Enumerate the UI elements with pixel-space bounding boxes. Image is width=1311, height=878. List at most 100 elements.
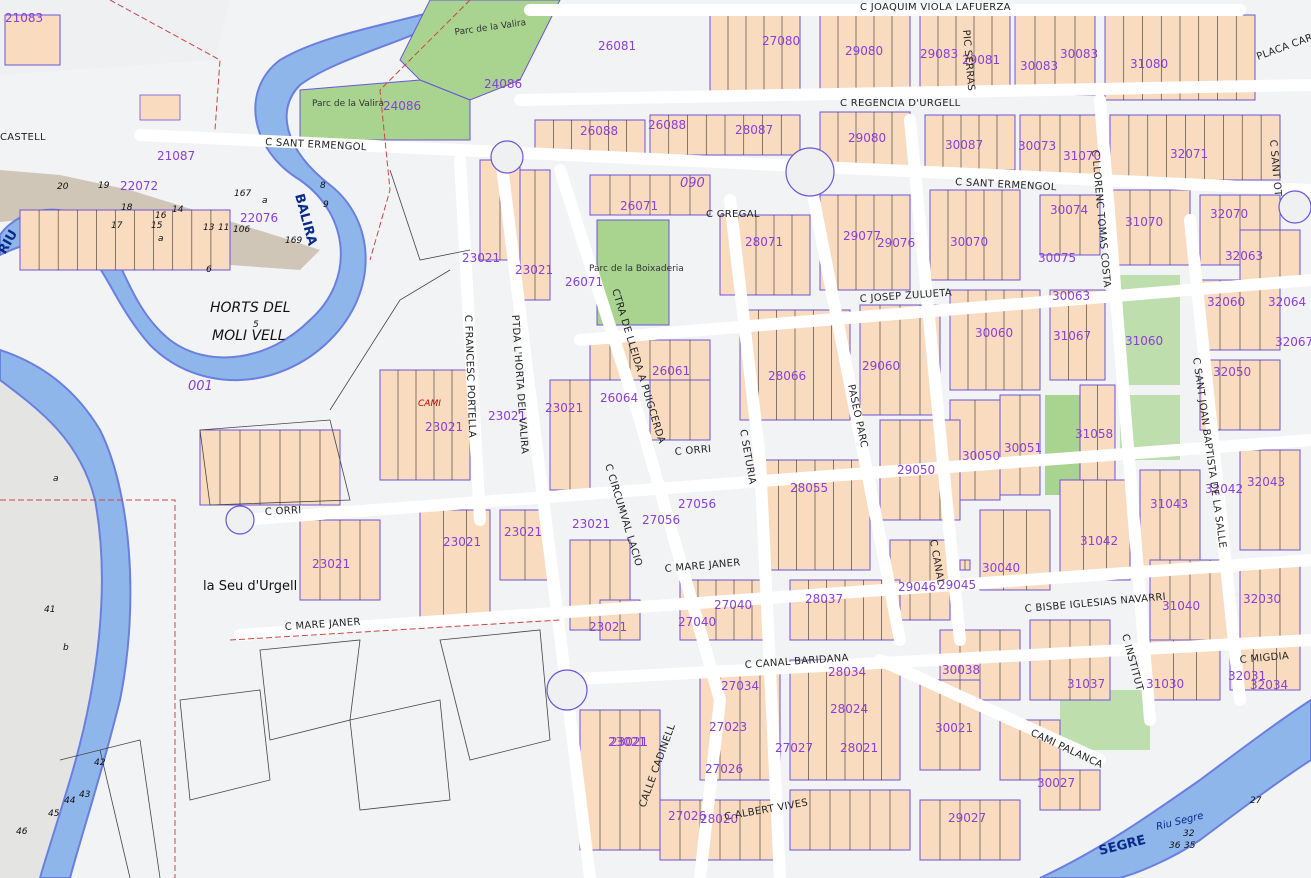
parcel-number-label[interactable]: 30075 bbox=[1038, 251, 1076, 265]
parcel-number-label[interactable]: 28034 bbox=[828, 665, 866, 679]
plot-number-label: 13 bbox=[203, 223, 215, 233]
parcel-number-label[interactable]: 29080 bbox=[848, 131, 886, 145]
parcel-number-label[interactable]: 30063 bbox=[1052, 289, 1090, 303]
parcel-number-label[interactable]: 31080 bbox=[1130, 57, 1168, 71]
parcel-number-label[interactable]: 28087 bbox=[735, 123, 773, 137]
parcel-number-label[interactable]: 24086 bbox=[484, 77, 522, 91]
parcel-number-label[interactable]: 31030 bbox=[1146, 677, 1184, 691]
parcel-number-label[interactable]: 30074 bbox=[1050, 203, 1088, 217]
parcel-number-label[interactable]: 30051 bbox=[1004, 441, 1042, 455]
plot-number-label: a bbox=[262, 196, 268, 206]
parcel-number-label[interactable]: 27027 bbox=[775, 741, 813, 755]
parcel-number-label[interactable]: 29080 bbox=[845, 44, 883, 58]
parcel-number-label[interactable]: 23021 bbox=[515, 263, 553, 277]
parcel-number-label[interactable]: 31070 bbox=[1125, 215, 1163, 229]
parcel-number-label[interactable]: 30040 bbox=[982, 561, 1020, 575]
parcel-number-label[interactable]: 23021 bbox=[589, 620, 627, 634]
parcel-number-label[interactable]: 23021 bbox=[572, 517, 610, 531]
plot-number-label: 8 bbox=[320, 181, 326, 191]
parcel-number-label[interactable]: 32060 bbox=[1207, 295, 1245, 309]
parcel-number-label[interactable]: 32064 bbox=[1268, 295, 1306, 309]
parcel-number-label[interactable]: 32043 bbox=[1247, 475, 1285, 489]
parcel-number-label[interactable]: 32071 bbox=[1170, 147, 1208, 161]
parcel-number-label[interactable]: 32070 bbox=[1210, 207, 1248, 221]
plot-number-label: 43 bbox=[79, 790, 91, 800]
parcel-number-label[interactable]: 26071 bbox=[565, 275, 603, 289]
cadastral-map[interactable]: 21083 26081 27080 29080 29083 29081 30083 30083… bbox=[0, 0, 1311, 878]
parcel-number-label[interactable]: 32034 bbox=[1250, 678, 1288, 692]
parcel-number-label[interactable]: 23021 bbox=[608, 735, 646, 749]
parcel-number-label[interactable]: 21087 bbox=[157, 149, 195, 163]
parcel-number-label[interactable]: 30050 bbox=[962, 449, 1000, 463]
parcel-number-label[interactable]: 30087 bbox=[945, 138, 983, 152]
parcel-number-label[interactable]: 28021 bbox=[840, 741, 878, 755]
parcel-number-label[interactable]: 28071 bbox=[745, 235, 783, 249]
parcel-number-label[interactable]: 28037 bbox=[805, 592, 843, 606]
parcel-number-label[interactable]: 31042 bbox=[1080, 534, 1118, 548]
parcel-number-label[interactable]: 26061 bbox=[652, 364, 690, 378]
parcel-number-label[interactable]: 27040 bbox=[714, 598, 752, 612]
parcel-number-label[interactable]: 30083 bbox=[1020, 59, 1058, 73]
parcel-number-label[interactable]: 30038 bbox=[942, 663, 980, 677]
parcel-number-label[interactable]: 27040 bbox=[678, 615, 716, 629]
parcel-number-label[interactable]: 28066 bbox=[768, 369, 806, 383]
building-block bbox=[419, 509, 491, 621]
parcel-number-label[interactable]: 27056 bbox=[678, 497, 716, 511]
parcel-number-label[interactable]: 30070 bbox=[950, 235, 988, 249]
parcel-number-label[interactable]: 27080 bbox=[762, 34, 800, 48]
parcel-number-label[interactable]: 31060 bbox=[1125, 334, 1163, 348]
parcel-number-label[interactable]: 24086 bbox=[383, 99, 421, 113]
parcel-number-label[interactable]: 30021 bbox=[935, 721, 973, 735]
parcel-number-label[interactable]: 23021 bbox=[545, 401, 583, 415]
parcel-number-label[interactable]: 31040 bbox=[1162, 599, 1200, 613]
plot-number-label: 15 bbox=[151, 221, 163, 231]
parcel-number-label[interactable]: 30027 bbox=[1037, 776, 1075, 790]
parcel-number-label[interactable]: 23021 bbox=[504, 525, 542, 539]
parcel-number-label[interactable]: 21083 bbox=[5, 11, 43, 25]
parcel-number-label[interactable]: 26081 bbox=[598, 39, 636, 53]
parcel-number-label[interactable]: 27034 bbox=[721, 679, 759, 693]
parcel-number-label[interactable]: 32067 bbox=[1275, 335, 1311, 349]
park-label: Parc de la Valira bbox=[312, 99, 384, 109]
plot-number-label: 167 bbox=[234, 189, 251, 199]
parcel-number-label[interactable]: 31043 bbox=[1150, 497, 1188, 511]
parcel-number-label[interactable]: 28024 bbox=[830, 702, 868, 716]
parcel-number-label[interactable]: 26064 bbox=[600, 391, 638, 405]
parcel-number-label[interactable]: 31058 bbox=[1075, 427, 1113, 441]
map-canvas[interactable]: 2108326081 2708029080 29083 29081 3008330083… bbox=[0, 0, 1311, 878]
parcel-number-label[interactable]: 27026 bbox=[705, 762, 743, 776]
parcel-number-label[interactable]: 26071 bbox=[620, 199, 658, 213]
plot-number-label: 11 bbox=[218, 223, 229, 233]
parcel-number-label[interactable]: 29027 bbox=[948, 811, 986, 825]
parcel-number-label[interactable]: 32030 bbox=[1243, 592, 1281, 606]
parcel-number-label[interactable]: 31037 bbox=[1067, 677, 1105, 691]
roundabout bbox=[490, 140, 524, 174]
parcel-number-label[interactable]: 23021 bbox=[443, 535, 481, 549]
parcel-number-label[interactable]: 26088 bbox=[648, 118, 686, 132]
parcel-number-label[interactable]: 32050 bbox=[1213, 365, 1251, 379]
parcel-number-label[interactable]: 29050 bbox=[897, 463, 935, 477]
parcel-number-label[interactable]: 31067 bbox=[1053, 329, 1091, 343]
street-label: CASTELL bbox=[0, 132, 46, 143]
parcel-number-label[interactable]: 30060 bbox=[975, 326, 1013, 340]
parcel-number-label[interactable]: 28055 bbox=[790, 481, 828, 495]
parcel-number-label[interactable]: 29060 bbox=[862, 359, 900, 373]
parcel-number-label[interactable]: 29077 bbox=[843, 229, 881, 243]
parcel-number-label[interactable]: 27056 bbox=[642, 513, 680, 527]
parcel-number-label[interactable]: 29076 bbox=[877, 236, 915, 250]
parcel-number-label[interactable]: 23021 bbox=[462, 251, 500, 265]
parcel-number-label[interactable]: 23021 bbox=[425, 420, 463, 434]
parcel-number-label[interactable]: 30083 bbox=[1060, 47, 1098, 61]
parcel-number-label[interactable]: 32063 bbox=[1225, 249, 1263, 263]
parcel-number-label[interactable]: 29083 bbox=[920, 47, 958, 61]
parcel-number-label[interactable]: 22076 bbox=[240, 211, 278, 225]
parcel-number-label[interactable]: 30073 bbox=[1018, 139, 1056, 153]
parcel-number-label[interactable]: 29046 bbox=[898, 580, 936, 594]
parcel-number-label[interactable]: 27023 bbox=[709, 720, 747, 734]
parcel-number-label[interactable]: 23021 bbox=[312, 557, 350, 571]
parcel-number-label[interactable]: 26088 bbox=[580, 124, 618, 138]
street-label: C JOAQUIM VIOLA LAFUERZA bbox=[860, 2, 1011, 13]
parcel-number-label[interactable]: 27026 bbox=[668, 809, 706, 823]
roundabout bbox=[785, 147, 835, 197]
parcel-number-label[interactable]: 22072 bbox=[120, 179, 158, 193]
